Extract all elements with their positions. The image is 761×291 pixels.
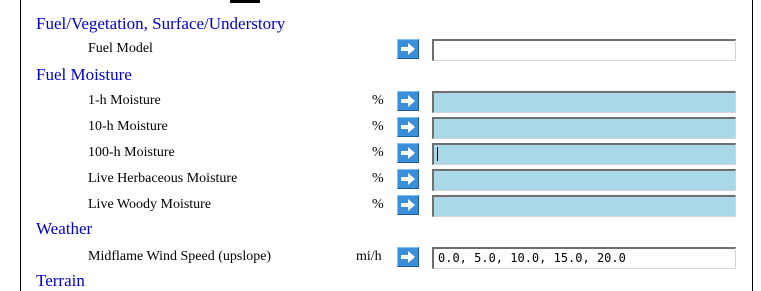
live-woody-field[interactable]	[432, 195, 736, 217]
left-border	[20, 0, 21, 291]
unit-live-woody: %	[372, 197, 384, 212]
unit-1h-moisture: %	[372, 93, 384, 108]
row-label-midflame-wind-speed: Midflame Wind Speed (upslope)	[88, 249, 272, 264]
right-arrow-icon	[401, 43, 415, 55]
fuel-model-field[interactable]	[432, 39, 736, 61]
1h-moisture-button[interactable]	[397, 91, 419, 111]
right-arrow-icon	[401, 173, 415, 185]
row-label-fuel-model: Fuel Model	[88, 41, 153, 56]
unit-10h-moisture: %	[372, 119, 384, 134]
top-border-fragment	[230, 0, 260, 3]
live-herbaceous-button[interactable]	[397, 169, 419, 189]
1h-moisture-field[interactable]	[432, 91, 736, 113]
row-label-1h-moisture: 1-h Moisture	[88, 93, 161, 108]
live-woody-button[interactable]	[397, 195, 419, 215]
section-header-weather: Weather	[36, 219, 93, 238]
right-border	[752, 0, 753, 291]
section-header-moisture: Fuel Moisture	[36, 65, 132, 84]
unit-midflame-wind-speed: mi/h	[356, 249, 382, 264]
row-label-live-woody: Live Woody Moisture	[88, 197, 212, 212]
row-label-10h-moisture: 10-h Moisture	[88, 119, 168, 134]
right-arrow-icon	[401, 251, 415, 263]
section-header-fuel: Fuel/Vegetation, Surface/Understory	[36, 14, 286, 33]
right-arrow-icon	[401, 121, 415, 133]
right-arrow-icon	[401, 147, 415, 159]
section-header-terrain: Terrain	[36, 271, 85, 290]
unit-100h-moisture: %	[372, 145, 384, 160]
right-arrow-icon	[401, 199, 415, 211]
unit-live-herbaceous: %	[372, 171, 384, 186]
10h-moisture-field[interactable]	[432, 117, 736, 139]
live-herbaceous-field[interactable]	[432, 169, 736, 191]
midflame-wind-speed-button[interactable]	[397, 247, 419, 267]
row-label-100h-moisture: 100-h Moisture	[88, 145, 175, 160]
midflame-wind-speed-field[interactable]: 0.0, 5.0, 10.0, 15.0, 20.0	[432, 247, 736, 269]
input-worksheet: Fuel/Vegetation, Surface/Understory Fuel…	[0, 0, 761, 291]
10h-moisture-button[interactable]	[397, 117, 419, 137]
text-caret	[437, 147, 438, 161]
fuel-model-button[interactable]	[397, 39, 419, 59]
100h-moisture-field[interactable]	[432, 143, 736, 165]
row-label-live-herbaceous: Live Herbaceous Moisture	[88, 171, 238, 186]
100h-moisture-button[interactable]	[397, 143, 419, 163]
right-arrow-icon	[401, 95, 415, 107]
